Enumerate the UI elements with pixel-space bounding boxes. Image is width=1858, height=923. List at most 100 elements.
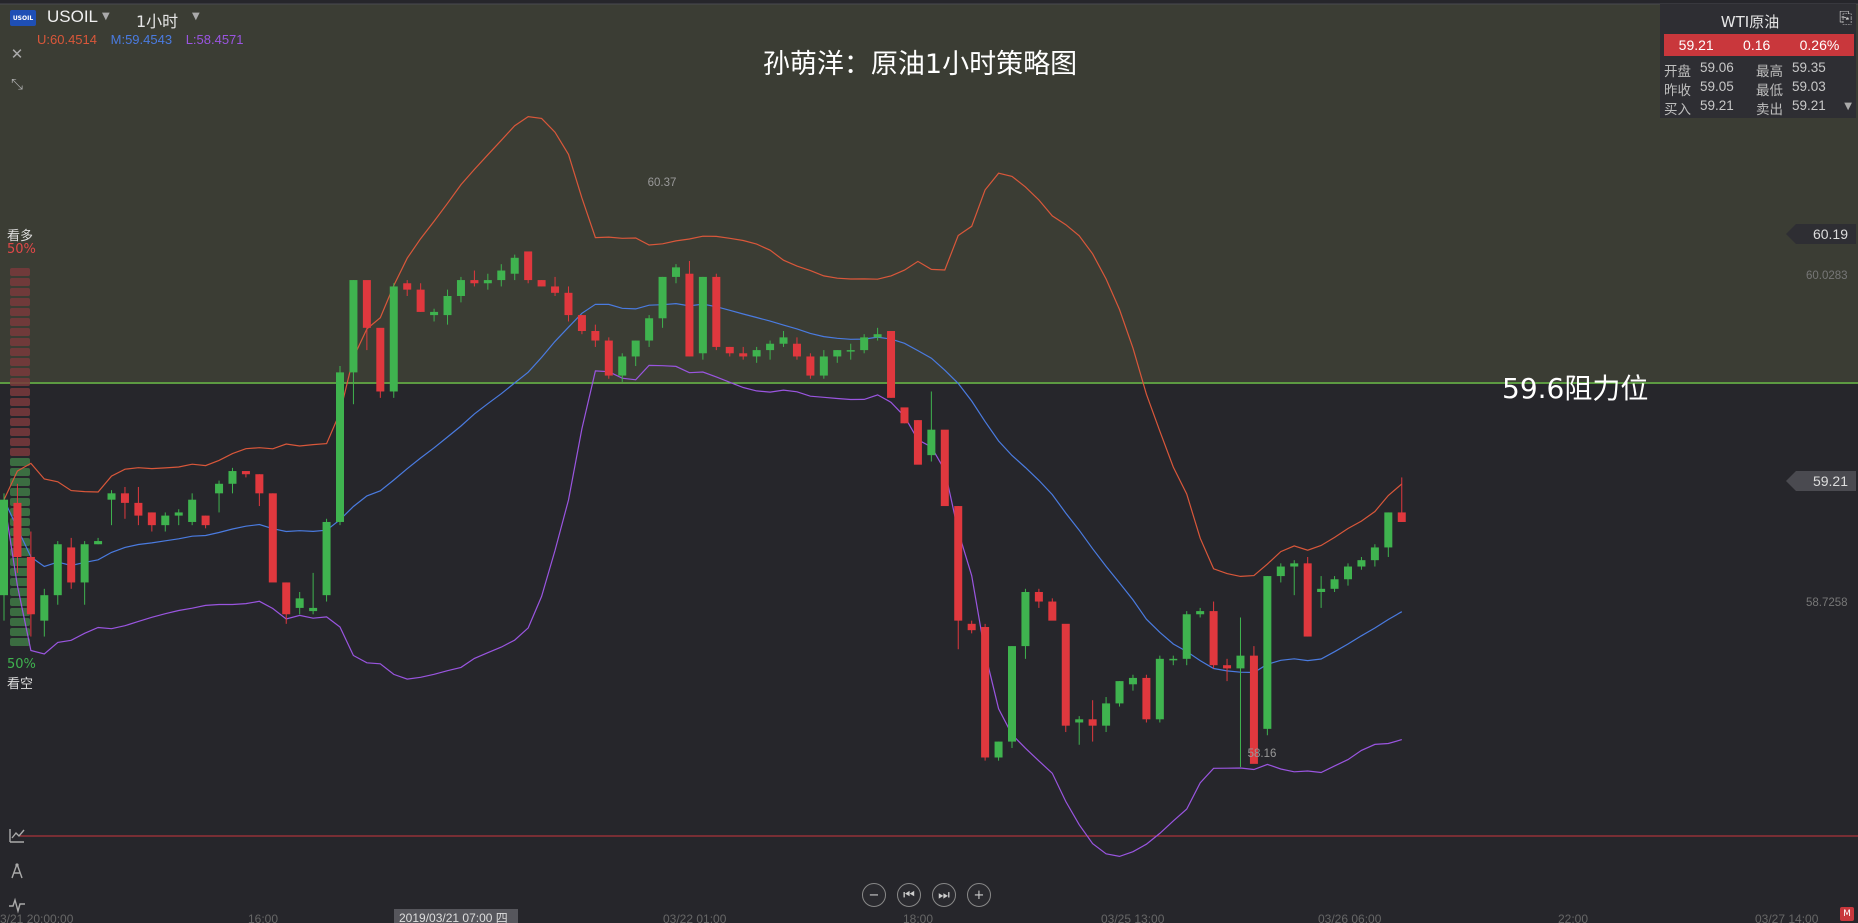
candle[interactable] [1155, 655, 1164, 723]
candle-body [1209, 611, 1218, 666]
zoom-in-button[interactable]: + [967, 883, 991, 907]
bear-label: 看空 [7, 677, 34, 692]
high-value: 59.35 [1792, 60, 1826, 75]
candle-body [0, 499, 8, 596]
candle-body [1115, 681, 1124, 704]
candle[interactable] [887, 331, 896, 398]
candle[interactable] [685, 260, 694, 357]
candle[interactable] [53, 541, 62, 605]
drawing-tool-icon[interactable] [8, 862, 26, 880]
quote-price-bar: 59.21 0.16 0.26% [1664, 34, 1854, 56]
current-price-tag: 59.21 [1786, 471, 1856, 491]
axis-price-label: 58.7258 [1806, 597, 1848, 609]
exit-icon[interactable]: ⎘ [1839, 8, 1852, 28]
candle[interactable] [604, 337, 613, 379]
candle[interactable] [806, 353, 815, 379]
chart-navigation: − ⏮ ⏭ + [862, 883, 991, 907]
candle[interactable] [537, 280, 546, 287]
candle-body [1155, 658, 1164, 720]
candle[interactable] [1142, 674, 1151, 723]
low-value: 59.03 [1792, 79, 1826, 94]
candle[interactable] [1209, 601, 1218, 669]
candle[interactable] [336, 366, 344, 526]
sentiment-segment [10, 278, 30, 286]
candle-body [685, 273, 694, 357]
chevron-down-icon[interactable]: ▼ [1844, 101, 1852, 112]
candle-body [833, 350, 842, 357]
candle-body [1330, 579, 1339, 589]
candle[interactable] [1061, 623, 1070, 733]
candle-body [631, 340, 640, 357]
interval-selector[interactable]: 1小时 [136, 8, 178, 32]
candle-body [309, 607, 318, 612]
candle[interactable] [1048, 598, 1057, 621]
candle-body [255, 474, 264, 494]
candle[interactable] [1249, 646, 1258, 764]
candle[interactable] [322, 518, 331, 602]
candle[interactable] [981, 623, 990, 761]
candle[interactable] [913, 420, 922, 465]
chevron-down-icon[interactable]: ▼ [102, 11, 110, 22]
sentiment-segment [10, 408, 30, 416]
candle-body [1384, 512, 1393, 548]
open-label: 开盘 [1664, 64, 1691, 80]
close-icon[interactable]: ✕ [8, 45, 26, 63]
settings-badge-icon[interactable]: M [1840, 907, 1854, 921]
candle-body [900, 407, 909, 424]
zoom-out-button[interactable]: − [862, 883, 886, 907]
symbol-selector[interactable]: USOIL [47, 7, 98, 27]
candle[interactable] [698, 276, 707, 360]
candle-body [766, 343, 775, 351]
jump-start-button[interactable]: ⏮ [897, 883, 921, 907]
sentiment-segment [10, 348, 30, 356]
sentiment-segment [10, 358, 30, 366]
candle-body [1263, 576, 1272, 729]
candle[interactable] [376, 327, 385, 398]
candle[interactable] [1115, 681, 1124, 707]
candle-body [80, 544, 89, 583]
collapse-icon[interactable]: ⤡ [8, 75, 26, 93]
candle-body [349, 280, 358, 373]
candle-body [1142, 677, 1151, 720]
quote-panel: WTI原油 ⎘ 59.21 0.16 0.26% 开盘 59.06 最高 59.… [1660, 4, 1856, 118]
candle[interactable] [524, 251, 533, 284]
candle-body [725, 346, 734, 354]
candle-body [416, 289, 425, 312]
bull-percent: 50% [7, 242, 36, 257]
candle[interactable] [1263, 576, 1272, 736]
price-chart[interactable]: 60.37 58.16 [0, 0, 1858, 923]
ask-value: 59.21 [1792, 98, 1826, 113]
candle-body [524, 251, 533, 281]
candle-body [604, 340, 613, 376]
sentiment-segment [10, 338, 30, 346]
candle-body [215, 483, 224, 494]
sentiment-segment [10, 388, 30, 396]
candle-body [362, 280, 371, 328]
candle[interactable] [389, 283, 398, 398]
candle-body [53, 544, 62, 596]
quote-row-open: 开盘 59.06 最高 59.35 [1664, 60, 1850, 80]
candle[interactable] [1182, 611, 1191, 666]
candle-body [107, 493, 116, 500]
sentiment-segment [10, 458, 30, 466]
jump-end-button[interactable]: ⏭ [932, 883, 956, 907]
sentiment-segment [10, 418, 30, 426]
candle-body [739, 353, 748, 357]
candle[interactable] [268, 493, 277, 583]
candle[interactable] [1008, 646, 1016, 748]
candle-body [1088, 719, 1097, 726]
candle[interactable] [940, 429, 949, 507]
axis-price-label: 60.0283 [1806, 270, 1848, 282]
candle[interactable] [900, 407, 909, 424]
upper-band-tag: 60.19 [1786, 224, 1856, 244]
sentiment-segment [10, 638, 30, 646]
candle-body [241, 471, 250, 475]
high-point-label: 60.37 [648, 177, 677, 189]
candle-body [430, 311, 439, 316]
indicator-icon[interactable] [8, 826, 26, 844]
candle[interactable] [712, 273, 721, 351]
candle-body [860, 337, 869, 351]
chevron-down-icon[interactable]: ▼ [192, 11, 200, 22]
candle[interactable] [1303, 556, 1312, 637]
candle-body [1303, 563, 1312, 637]
